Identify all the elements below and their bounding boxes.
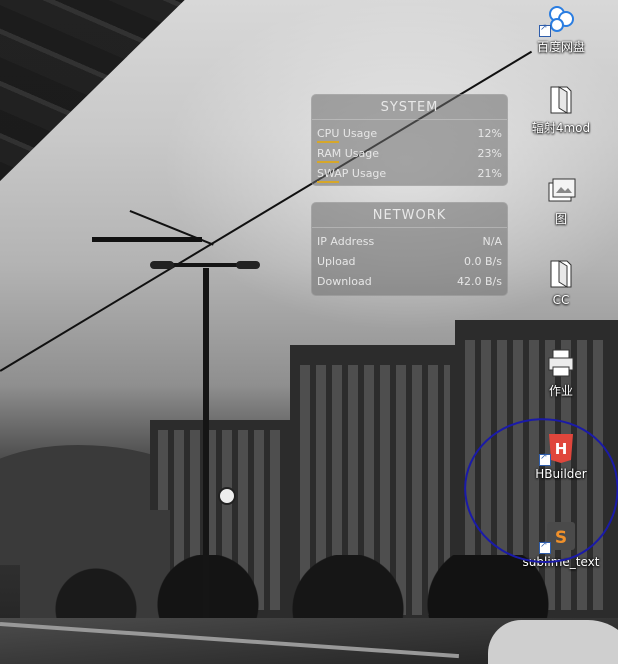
download-label: Download [317,274,372,288]
street-lamp-head [236,261,260,269]
upload-value: 0.0 B/s [464,254,502,268]
ip-address-value: N/A [482,234,502,248]
cpu-usage-label: CPU Usage [317,126,378,143]
desktop-icon-fallout4mod[interactable]: 辐射4mod [513,84,609,136]
ip-address-row: IP Address N/A [312,231,507,251]
upload-label: Upload [317,254,356,268]
shortcut-arrow-icon [539,452,551,466]
download-value: 42.0 B/s [457,274,502,288]
tram-crossbar [92,237,202,242]
desktop-icon-cc[interactable]: CC [513,258,609,307]
system-widget-title: SYSTEM [312,95,507,120]
desktop-icon-label: 图 [554,212,567,226]
ram-usage-label: RAM Usage [317,146,379,163]
desktop-icon-baidu-netdisk[interactable]: 百度网盘 [513,3,609,55]
desktop-icon-label: CC [552,293,570,307]
swap-usage-label: SWAP Usage [317,166,387,183]
desktop-icon-label: 百度网盘 [536,40,585,54]
car [488,620,618,664]
folder-icon [545,258,577,290]
baidu-netdisk-icon [539,3,577,37]
desktop-icon-label: 辐射4mod [531,121,591,135]
ip-address-label: IP Address [317,234,375,248]
svg-text:S: S [555,528,567,548]
folder-icon [545,84,577,116]
network-widget[interactable]: NETWORK IP Address N/A Upload 0.0 B/s Do… [311,202,508,296]
desktop-icon-label: 作业 [548,384,573,398]
desktop-icon-homework[interactable]: 作业 [513,347,609,399]
swap-usage-row: SWAP Usage 21% [312,163,507,183]
shortcut-arrow-icon [539,540,551,554]
network-widget-title: NETWORK [312,203,507,228]
cpu-usage-value: 12% [477,126,502,140]
desktop-icon-hbuilder[interactable]: H HBuilder [513,432,609,481]
swap-usage-value: 21% [477,166,502,180]
ram-usage-row: RAM Usage 23% [312,143,507,163]
desktop-icon-sublime-text[interactable]: S sublime_text [513,520,609,569]
ram-usage-value: 23% [477,146,502,160]
street-lamp-head [150,261,174,269]
download-row: Download 42.0 B/s [312,271,507,291]
cpu-usage-row: CPU Usage 12% [312,123,507,143]
upload-row: Upload 0.0 B/s [312,251,507,271]
images-folder-icon [545,175,577,207]
desktop-icon-label: HBuilder [535,467,587,481]
desktop-icon-label: sublime_text [522,555,600,569]
road-sign [218,487,236,505]
sublime-text-icon: S [539,520,577,554]
hbuilder-icon: H [539,432,577,466]
printer-folder-icon [545,347,577,379]
svg-text:H: H [555,440,568,458]
street-lamp-pole [203,268,209,664]
system-widget[interactable]: SYSTEM CPU Usage 12% RAM Usage 23% SWAP … [311,94,508,186]
shortcut-arrow-icon [539,23,551,37]
desktop-icon-images[interactable]: 图 [513,175,609,227]
